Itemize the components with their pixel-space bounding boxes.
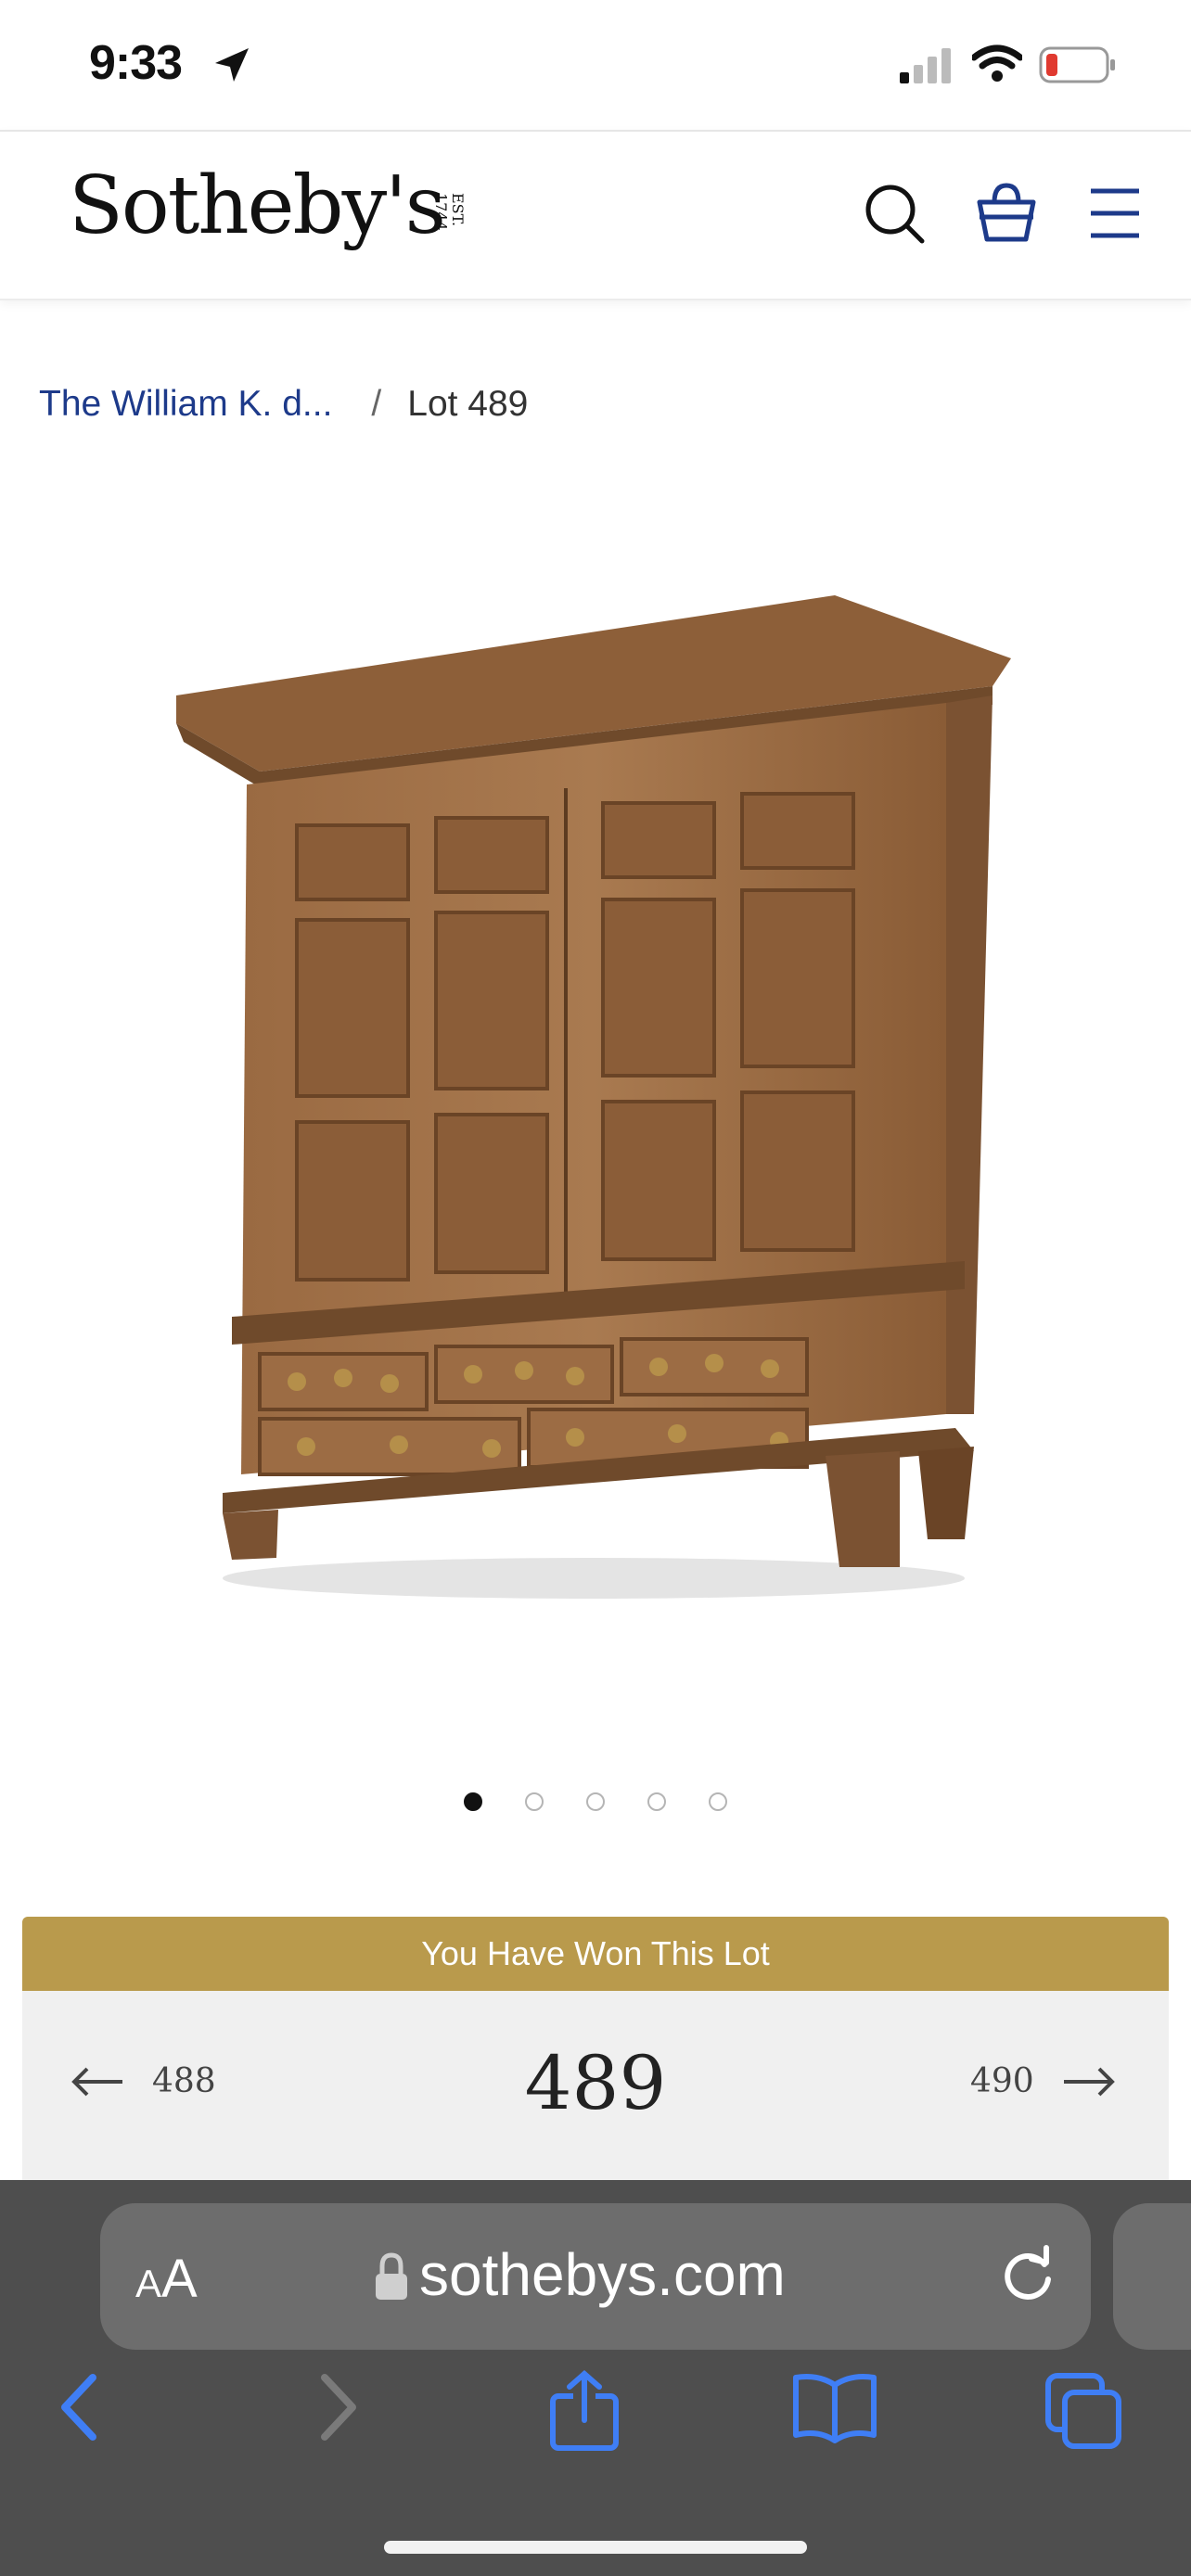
gallery-dot-4[interactable] bbox=[647, 1792, 666, 1811]
forward-icon[interactable] bbox=[314, 2370, 362, 2444]
next-lot-link[interactable]: 490 bbox=[970, 2062, 1116, 2100]
lock-icon bbox=[376, 2252, 407, 2300]
lot-image-wardrobe[interactable] bbox=[158, 575, 1030, 1651]
tabs-icon[interactable] bbox=[1043, 2370, 1126, 2452]
next-lot-number: 490 bbox=[970, 2062, 1034, 2100]
logo-est-1744: EST. 1744 bbox=[432, 193, 467, 231]
next-tab-peek[interactable] bbox=[1113, 2203, 1191, 2350]
search-icon[interactable] bbox=[863, 182, 928, 247]
battery-icon bbox=[1039, 46, 1115, 83]
location-arrow-icon bbox=[215, 48, 249, 82]
gallery-dot-5[interactable] bbox=[709, 1792, 727, 1811]
reader-small-a: A bbox=[135, 2262, 162, 2305]
won-lot-banner: You Have Won This Lot bbox=[22, 1917, 1169, 1991]
breadcrumb-separator: / bbox=[371, 384, 382, 424]
breadcrumb-parent-link[interactable]: The William K. d... bbox=[39, 384, 332, 424]
sothebys-logo[interactable]: Sotheby's bbox=[69, 159, 446, 252]
gallery-dot-2[interactable] bbox=[525, 1792, 544, 1811]
hamburger-menu-icon[interactable] bbox=[1087, 185, 1143, 241]
arrow-right-icon bbox=[1063, 2067, 1115, 2096]
gallery-pagination bbox=[0, 1788, 1191, 1816]
cellular-signal-icon bbox=[900, 48, 951, 83]
reload-icon[interactable] bbox=[996, 2242, 1057, 2303]
reader-options-button[interactable]: AA bbox=[135, 2248, 198, 2310]
reader-large-a: A bbox=[161, 2249, 198, 2309]
shopping-bag-icon[interactable] bbox=[976, 182, 1037, 245]
bookmarks-icon[interactable] bbox=[790, 2370, 879, 2444]
back-icon[interactable] bbox=[56, 2370, 104, 2444]
url-text[interactable]: sothebys.com bbox=[419, 2240, 786, 2309]
share-icon[interactable] bbox=[547, 2370, 621, 2452]
home-indicator bbox=[384, 2541, 807, 2554]
gallery-dot-1[interactable] bbox=[464, 1792, 482, 1811]
gallery-dot-3[interactable] bbox=[586, 1792, 605, 1811]
breadcrumb: The William K. d... / Lot 489 bbox=[39, 384, 528, 425]
wifi-icon bbox=[972, 45, 1022, 82]
breadcrumb-current: Lot 489 bbox=[407, 384, 529, 424]
status-time: 9:33 bbox=[89, 36, 183, 90]
